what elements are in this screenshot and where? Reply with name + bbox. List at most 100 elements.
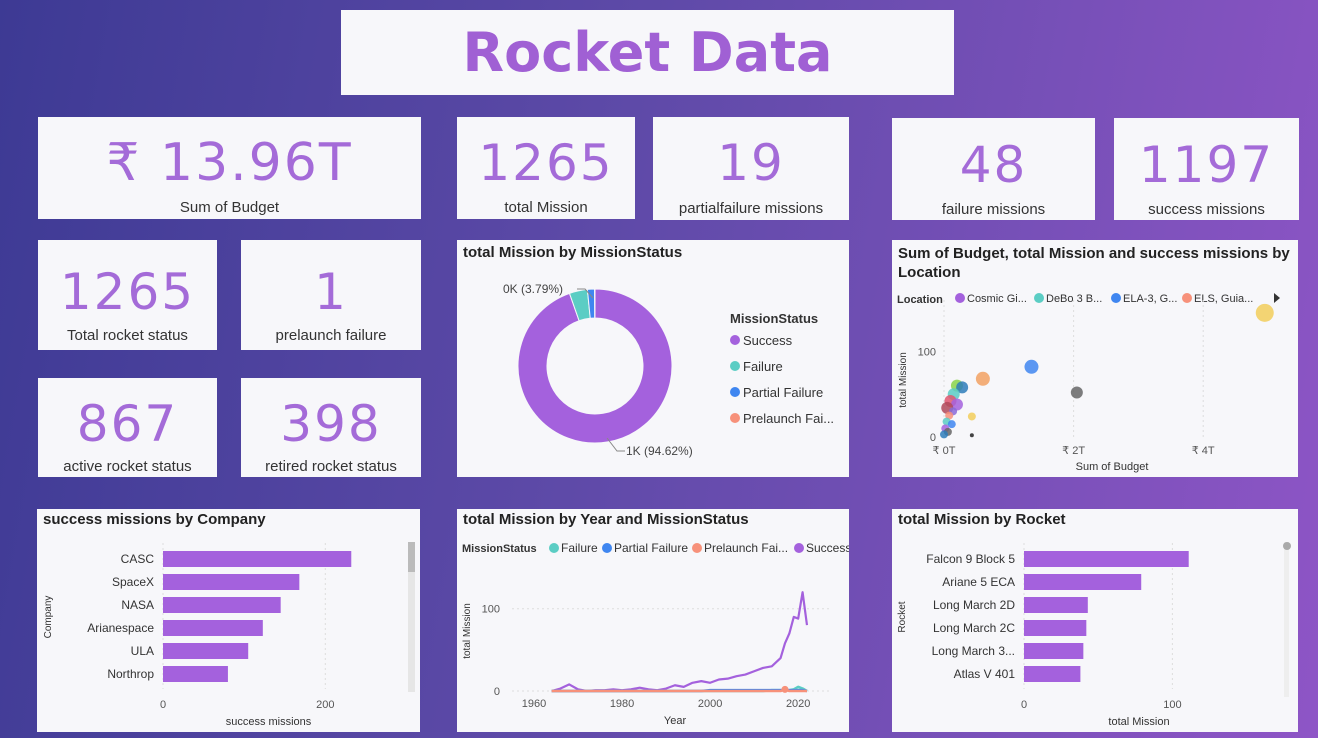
kpi-card-failure[interactable]: 48 failure missions (892, 118, 1095, 220)
scrollbar-thumb (1283, 542, 1291, 550)
bar (163, 643, 249, 659)
y-axis-label: total Mission (462, 603, 473, 659)
x-tick-label: ₹ 0T (933, 445, 956, 457)
y-axis-label: Company (43, 596, 54, 639)
scrollbar-thumb (408, 542, 415, 572)
kpi-label: active rocket status (63, 458, 192, 475)
scatter-point (969, 433, 974, 438)
category-label: Long March 2D (933, 598, 1015, 612)
category-label: Long March 3... (932, 644, 1015, 658)
year-line-chart: MissionStatus Failure Partial Failure Prela… (462, 541, 849, 727)
x-tick-label: 1980 (610, 698, 634, 710)
scatter-point (975, 371, 990, 386)
data-label: 1K (94.62%) (626, 444, 693, 458)
legend-marker (730, 387, 740, 397)
kpi-card-partial-failure[interactable]: 19 partialfailure missions (653, 117, 849, 220)
legend-marker (730, 335, 740, 345)
legend-item: Cosmic Gi... (967, 293, 1027, 305)
category-label: Northrop (107, 667, 154, 681)
category-label: Atlas V 401 (954, 667, 1016, 681)
company-bar-card[interactable]: success missions by Company 0 200 CASC Spac… (37, 509, 420, 732)
category-label: Arianespace (87, 621, 154, 635)
kpi-label: Total rocket status (67, 327, 188, 344)
legend-scroll-arrow-icon (1274, 293, 1280, 303)
scatter-point (1070, 386, 1083, 399)
legend-marker (1182, 293, 1192, 303)
legend-marker (955, 293, 965, 303)
series-point (781, 685, 789, 693)
rocket-bar-chart: 0 100 Falcon 9 Block 5 Ariane 5 ECA Long Mar… (897, 542, 1291, 728)
legend-title: Location (897, 294, 943, 306)
category-label: ULA (131, 644, 154, 658)
dashboard-title: Rocket Data (462, 21, 833, 84)
x-tick-label: 2020 (786, 698, 810, 710)
scatter-chart: Location Cosmic Gi... DeBo 3 B... ELA-3, G.… (897, 293, 1280, 473)
rocket-bar-card[interactable]: total Mission by Rocket 0 100 Falcon 9 Blo… (892, 509, 1298, 732)
scatter-point (967, 412, 976, 421)
category-label: CASC (121, 552, 155, 566)
scatter-point (940, 430, 948, 439)
legend-marker (549, 543, 559, 553)
scrollbar-track (1284, 542, 1289, 697)
legend-title: MissionStatus (730, 311, 818, 326)
data-label: 0K (3.79%) (503, 282, 563, 296)
donut-chart-card[interactable]: total Mission by MissionStatus 1K (94.62… (457, 240, 849, 477)
kpi-card-prelaunch[interactable]: 1 prelaunch failure (241, 240, 421, 350)
bar (163, 551, 352, 567)
year-line-card[interactable]: total Mission by Year and MissionStatus … (457, 509, 849, 732)
kpi-card-rocket-status[interactable]: 1265 Total rocket status (38, 240, 217, 350)
bar (163, 620, 263, 636)
x-tick-label: 200 (316, 699, 334, 711)
kpi-value: 1265 (478, 134, 614, 192)
kpi-card-total-mission[interactable]: 1265 total Mission (457, 117, 635, 219)
x-axis-label: total Mission (1108, 716, 1169, 728)
kpi-label: prelaunch failure (275, 327, 387, 344)
y-tick-label: 100 (482, 604, 500, 616)
scatter-point (1255, 303, 1274, 322)
kpi-card-budget[interactable]: ₹ 13.96T Sum of Budget (38, 117, 421, 219)
legend-item: Success (743, 333, 793, 348)
legend-title: MissionStatus (462, 543, 537, 555)
legend-item: ELA-3, G... (1123, 293, 1177, 305)
kpi-value: ₹ 13.96T (106, 133, 353, 193)
legend-item: Partial Failure (743, 385, 823, 400)
scatter-point (1024, 359, 1039, 374)
kpi-value: 19 (717, 134, 785, 192)
legend-item: Failure (743, 359, 783, 374)
category-label: Falcon 9 Block 5 (926, 552, 1015, 566)
y-tick-label: 0 (494, 686, 500, 698)
donut-chart: 1K (94.62%) 0K (3.79%) MissionStatus Succes… (503, 282, 834, 458)
kpi-value: 867 (76, 395, 179, 453)
scatter-chart-card[interactable]: Sum of Budget, total Mission and success… (892, 240, 1298, 477)
x-axis-label: success missions (226, 716, 312, 728)
x-tick-label: ₹ 4T (1192, 445, 1215, 457)
bar (1024, 620, 1087, 636)
legend-item: Failure (561, 541, 598, 555)
kpi-card-active[interactable]: 867 active rocket status (38, 378, 217, 477)
bar (1024, 643, 1084, 659)
kpi-card-retired[interactable]: 398 retired rocket status (241, 378, 421, 477)
legend-item: ELS, Guia... (1194, 293, 1253, 305)
x-tick-label: ₹ 2T (1062, 445, 1085, 457)
legend-marker (1111, 293, 1121, 303)
kpi-value: 48 (959, 136, 1028, 194)
bar (1024, 597, 1088, 613)
kpi-label: partialfailure missions (678, 200, 824, 217)
kpi-value: 398 (280, 395, 382, 453)
kpi-label: success missions (1148, 201, 1265, 218)
category-label: Ariane 5 ECA (942, 575, 1015, 589)
dashboard-title-box: Rocket Data (341, 10, 954, 95)
kpi-label: Sum of Budget (179, 199, 280, 216)
kpi-label: failure missions (941, 201, 1046, 218)
legend-marker (794, 543, 804, 553)
bar (1024, 574, 1142, 590)
legend-item: Prelaunch Fai... (704, 541, 788, 555)
x-tick-label: 100 (1163, 699, 1181, 711)
legend-item: Success (806, 541, 849, 555)
kpi-card-success[interactable]: 1197 success missions (1114, 118, 1299, 220)
kpi-value: 1197 (1138, 136, 1275, 194)
legend-item: Prelaunch Fai... (743, 411, 834, 426)
legend-item: DeBo 3 B... (1046, 293, 1102, 305)
kpi-value: 1 (314, 263, 348, 321)
x-tick-label: 0 (160, 699, 166, 711)
